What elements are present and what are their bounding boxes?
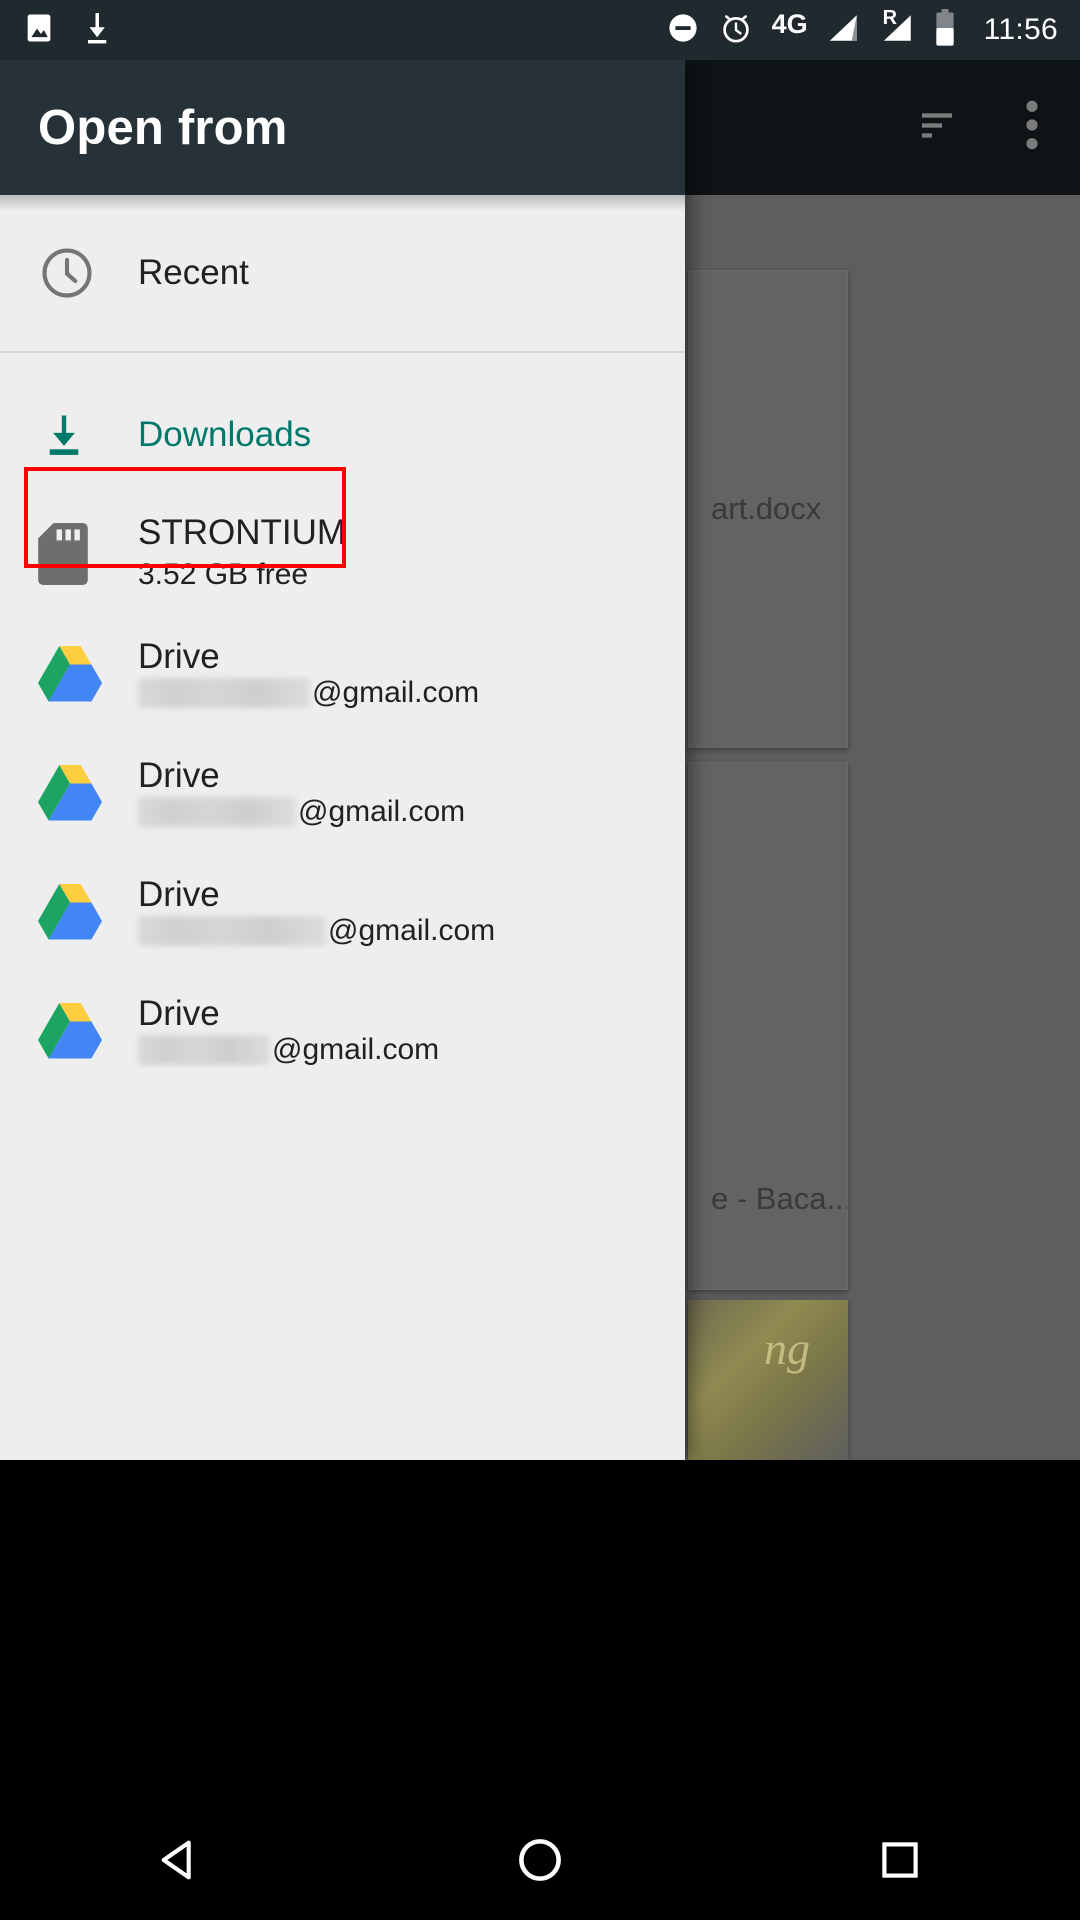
background-photo-card[interactable]: ng — [688, 1300, 848, 1460]
4g-icon: 4G — [771, 8, 808, 39]
network-type-label: 4G — [771, 8, 808, 39]
drawer-item-label: STRONTIUM — [138, 513, 347, 553]
drawer-item-email: @gmail.com — [138, 676, 480, 710]
download-icon — [82, 10, 112, 51]
email-domain: @gmail.com — [328, 914, 496, 948]
drawer-item-label: Drive — [138, 993, 220, 1033]
redacted-email-user — [138, 1035, 270, 1066]
sd-card-icon — [38, 522, 138, 585]
drawer-item-drive[interactable]: Drive @gmail.com — [0, 851, 685, 970]
download-icon — [38, 408, 138, 462]
google-drive-icon — [38, 644, 138, 702]
drawer-item-recent[interactable]: Recent — [0, 195, 685, 351]
background-file-card[interactable]: e - Baca... — [688, 762, 848, 1290]
clock-icon — [38, 244, 138, 302]
drawer-item-label: Recent — [138, 253, 249, 293]
drawer-item-email: @gmail.com — [138, 795, 466, 829]
drawer-item-label: Downloads — [138, 414, 312, 454]
redacted-email-user — [138, 797, 296, 828]
google-drive-icon — [38, 882, 138, 940]
status-bar-clock: 11:56 — [983, 13, 1058, 46]
drawer-item-label: Drive — [138, 636, 220, 676]
email-domain: @gmail.com — [298, 795, 466, 829]
drawer-item-downloads[interactable]: Downloads — [0, 375, 685, 494]
drawer-item-list: Recent Downloads STRONTIUM 3.52 GB free … — [0, 195, 685, 1089]
email-domain: @gmail.com — [272, 1033, 440, 1067]
drawer-item-drive[interactable]: Drive @gmail.com — [0, 613, 685, 732]
section-divider — [0, 351, 685, 353]
google-drive-icon — [38, 763, 138, 821]
drawer-item-sublabel: 3.52 GB free — [138, 558, 309, 592]
redacted-email-user — [138, 678, 310, 709]
signal-bar-icon — [826, 11, 862, 50]
status-bar: 4G R 11:56 — [0, 0, 1080, 60]
drawer-item-label: Drive — [138, 755, 220, 795]
photo-scribble: ng — [764, 1323, 810, 1374]
page-title: Open from — [38, 100, 288, 155]
roaming-signal-icon: R — [880, 7, 916, 50]
drawer-item-drive[interactable]: Drive @gmail.com — [0, 732, 685, 851]
google-drive-icon — [38, 1001, 138, 1059]
drawer-item-strontium[interactable]: STRONTIUM 3.52 GB free — [0, 494, 685, 613]
drawer-header: Open from — [0, 60, 685, 195]
drawer-item-email: @gmail.com — [138, 914, 496, 948]
back-icon[interactable] — [100, 1800, 260, 1920]
background-file-card[interactable]: art.docx — [688, 270, 848, 748]
alarm-icon — [718, 10, 754, 51]
recents-icon[interactable] — [820, 1800, 980, 1920]
roaming-label: R — [882, 6, 898, 29]
sort-icon[interactable] — [914, 105, 960, 150]
system-navigation-bar — [0, 1800, 1080, 1920]
drawer-item-email: @gmail.com — [138, 1033, 440, 1067]
drawer-item-label: Drive — [138, 874, 220, 914]
image-icon — [22, 11, 56, 50]
redacted-email-user — [138, 916, 326, 947]
open-from-drawer: Open from Recent Downloads STRONTIUM 3.5… — [0, 60, 685, 1460]
home-icon[interactable] — [460, 1800, 620, 1920]
drawer-item-drive[interactable]: Drive @gmail.com — [0, 970, 685, 1089]
email-domain: @gmail.com — [312, 676, 480, 710]
battery-icon — [934, 8, 956, 52]
background-card-caption: art.docx — [711, 491, 822, 526]
background-card-caption: e - Baca... — [711, 1181, 847, 1216]
overflow-menu-icon[interactable] — [1024, 97, 1040, 158]
do-not-disturb-icon — [666, 11, 700, 50]
